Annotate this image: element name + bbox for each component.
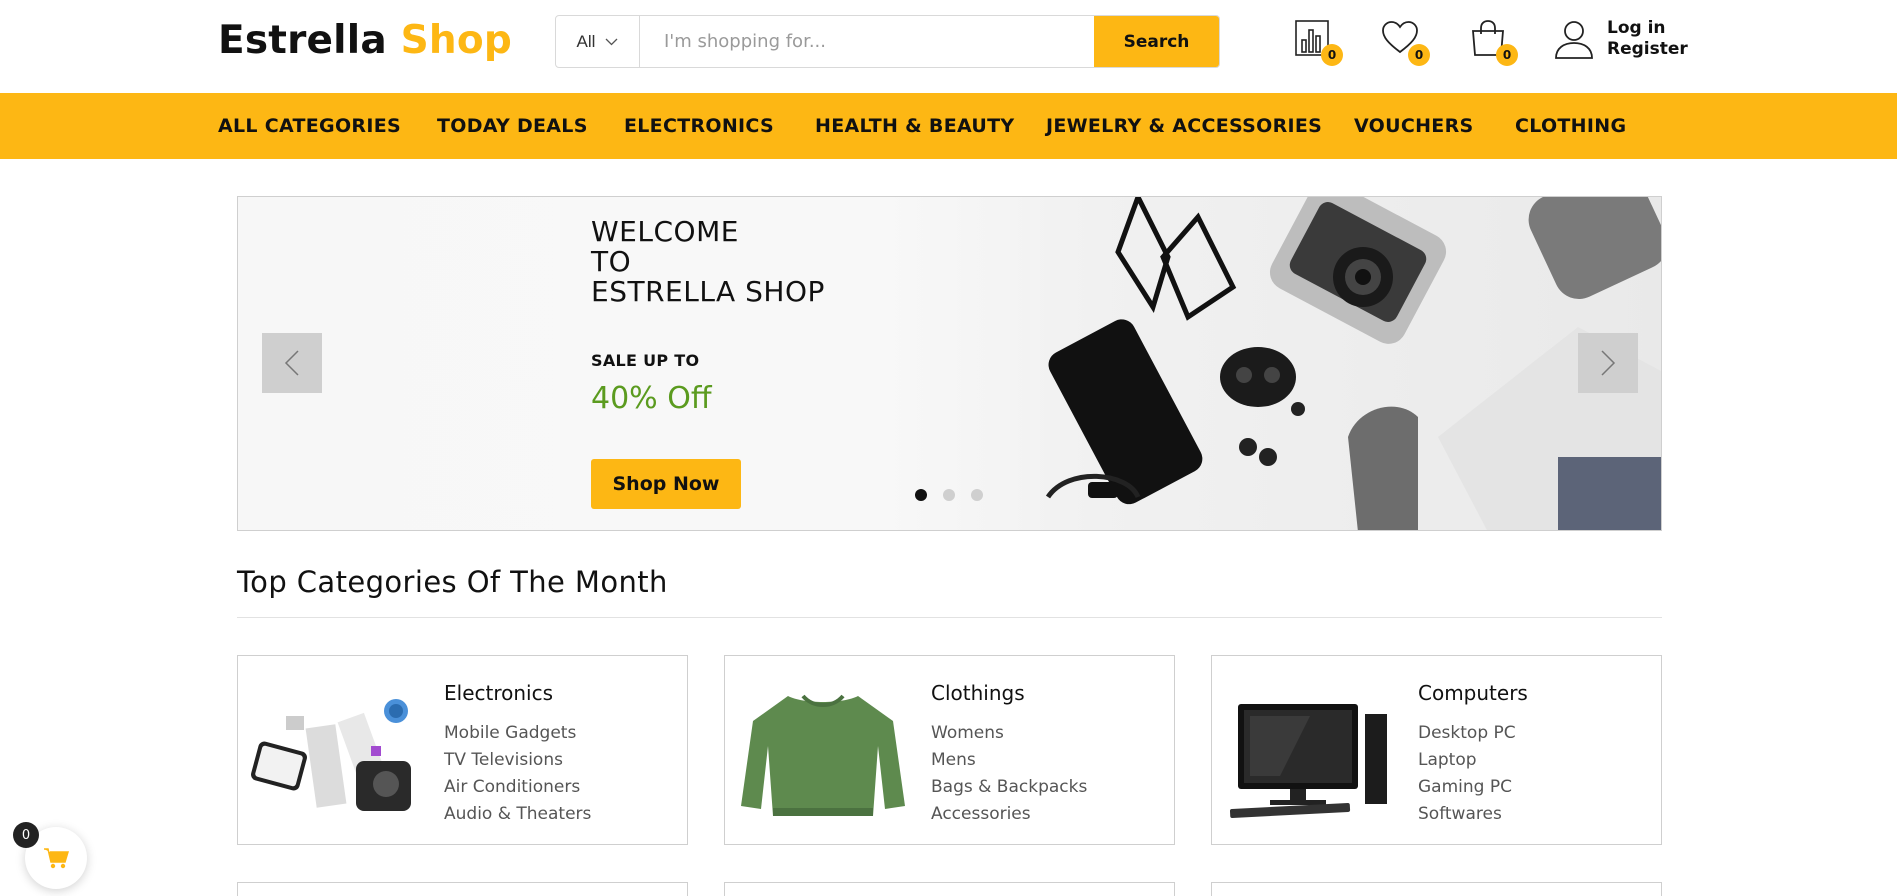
category-card-next-row <box>1211 882 1662 896</box>
logo-text-accent: Shop <box>400 18 512 63</box>
hero-sale-label: SALE UP TO <box>591 351 700 370</box>
floating-cart-count-badge: 0 <box>13 822 39 848</box>
subcategory-list: Womens Mens Bags & Backpacks Accessories <box>931 720 1087 828</box>
nav-vouchers[interactable]: VOUCHERS <box>1354 93 1474 159</box>
subcategory-link[interactable]: Audio & Theaters <box>444 801 591 828</box>
main-navigation: ALL CATEGORIES TODAY DEALS ELECTRONICS H… <box>0 93 1897 159</box>
compare-button[interactable]: 0 <box>1293 18 1343 66</box>
account-links: Log in Register <box>1553 18 1688 60</box>
subcategory-link[interactable]: Softwares <box>1418 801 1516 828</box>
hero-slider: WELCOME TO ESTRELLA SHOP SALE UP TO 40% … <box>237 196 1662 531</box>
category-title[interactable]: Computers <box>1418 681 1528 705</box>
nav-clothing[interactable]: CLOTHING <box>1515 93 1626 159</box>
category-card-next-row <box>724 882 1175 896</box>
login-link[interactable]: Log in <box>1607 18 1688 39</box>
nav-electronics[interactable]: ELECTRONICS <box>624 93 774 159</box>
site-logo[interactable]: Estrella Shop <box>218 18 512 63</box>
slider-dot-2[interactable] <box>943 489 955 501</box>
cart-icon <box>44 848 69 869</box>
chevron-down-icon <box>605 38 618 45</box>
site-header: Estrella Shop All Search 0 0 0 <box>0 0 1897 93</box>
register-link[interactable]: Register <box>1607 39 1688 60</box>
hero-headline-line1: WELCOME <box>591 215 739 248</box>
category-card-next-row <box>237 882 688 896</box>
section-title: Top Categories Of The Month <box>237 565 668 599</box>
subcategory-link[interactable]: Gaming PC <box>1418 774 1516 801</box>
nav-health-beauty[interactable]: HEALTH & BEAUTY <box>815 93 1014 159</box>
subcategory-link[interactable]: Mens <box>931 747 1087 774</box>
nav-jewelry-accessories[interactable]: JEWELRY & ACCESSORIES <box>1046 93 1322 159</box>
user-icon <box>1555 21 1593 59</box>
sweater-image <box>741 694 905 816</box>
cart-count-badge: 0 <box>1496 44 1518 66</box>
subcategory-link[interactable]: Mobile Gadgets <box>444 720 591 747</box>
category-card-clothings[interactable]: Clothings Womens Mens Bags & Backpacks A… <box>724 655 1175 845</box>
category-card-electronics[interactable]: Electronics Mobile Gadgets TV Television… <box>237 655 688 845</box>
search-category-select[interactable]: All <box>556 16 640 67</box>
subcategory-link[interactable]: Bags & Backpacks <box>931 774 1087 801</box>
cart-button[interactable]: 0 <box>1468 18 1518 66</box>
section-divider <box>237 617 1662 618</box>
subcategory-link[interactable]: Laptop <box>1418 747 1516 774</box>
shop-now-button[interactable]: Shop Now <box>591 459 741 509</box>
search-input[interactable] <box>640 16 1094 67</box>
slider-dot-3[interactable] <box>971 489 983 501</box>
hero-product-image <box>1045 197 1661 530</box>
hero-headline-line3: ESTRELLA SHOP <box>591 275 825 308</box>
nav-all-categories[interactable]: ALL CATEGORIES <box>218 93 401 159</box>
category-card-computers[interactable]: Computers Desktop PC Laptop Gaming PC So… <box>1211 655 1662 845</box>
subcategory-link[interactable]: Desktop PC <box>1418 720 1516 747</box>
search-category-label: All <box>576 31 596 51</box>
hero-headline-line2: TO <box>591 245 632 278</box>
compare-count-badge: 0 <box>1321 44 1343 66</box>
hero-sale-value: 40% Off <box>591 381 712 416</box>
slider-next-button[interactable] <box>1578 333 1638 393</box>
subcategory-link[interactable]: TV Televisions <box>444 747 591 774</box>
subcategory-link[interactable]: Air Conditioners <box>444 774 591 801</box>
nav-today-deals[interactable]: TODAY DEALS <box>437 93 588 159</box>
wishlist-count-badge: 0 <box>1408 44 1430 66</box>
logo-text-primary: Estrella <box>218 18 387 63</box>
slider-pagination <box>915 489 983 501</box>
hero-headline: WELCOME TO ESTRELLA SHOP <box>591 217 825 307</box>
subcategory-list: Mobile Gadgets TV Televisions Air Condit… <box>444 720 591 828</box>
chevron-left-icon <box>284 350 299 376</box>
desktop-computer-image <box>1229 704 1387 819</box>
subcategory-link[interactable]: Accessories <box>931 801 1087 828</box>
search-button[interactable]: Search <box>1094 16 1219 67</box>
electronics-image <box>251 699 411 811</box>
category-title[interactable]: Electronics <box>444 681 553 705</box>
category-title[interactable]: Clothings <box>931 681 1025 705</box>
chevron-right-icon <box>1601 350 1616 376</box>
subcategory-list: Desktop PC Laptop Gaming PC Softwares <box>1418 720 1516 828</box>
subcategory-link[interactable]: Womens <box>931 720 1087 747</box>
search-bar: All Search <box>555 15 1220 68</box>
wishlist-button[interactable]: 0 <box>1380 18 1430 66</box>
slider-prev-button[interactable] <box>262 333 322 393</box>
slider-dot-1[interactable] <box>915 489 927 501</box>
